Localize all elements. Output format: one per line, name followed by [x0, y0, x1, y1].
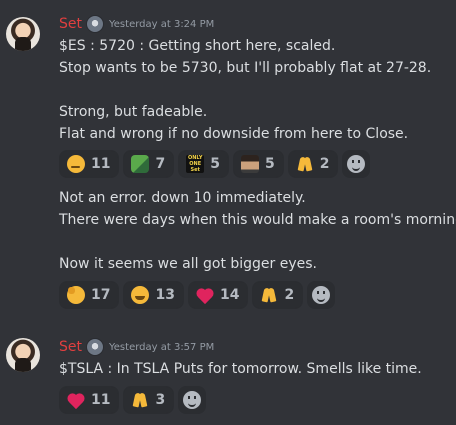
- reaction-bar: 11 7 ONLY ONE Set 5 5 2: [59, 150, 371, 178]
- username[interactable]: Set: [59, 339, 82, 355]
- add-reaction-button[interactable]: [178, 386, 207, 414]
- reaction-pepe[interactable]: 7: [123, 150, 175, 178]
- heart-icon: [67, 391, 85, 409]
- reaction-count: 5: [264, 156, 275, 172]
- reaction-count: 11: [91, 392, 111, 408]
- reaction-salute[interactable]: 17: [59, 281, 120, 309]
- message-line: $TSLA : In TSLA Puts for tomorrow. Smell…: [59, 361, 422, 377]
- reaction-pray[interactable]: 3: [123, 386, 175, 414]
- reaction-pray[interactable]: 2: [287, 150, 339, 178]
- pepe-icon: [131, 155, 150, 173]
- reaction-heart[interactable]: 14: [187, 281, 249, 309]
- thinking-face-icon: [67, 155, 85, 173]
- badge-icon[interactable]: [86, 338, 104, 356]
- message-line: Strong, but fadeable.: [59, 104, 208, 120]
- only-one-icon: ONLY ONE Set: [186, 155, 205, 173]
- avatar[interactable]: [6, 17, 40, 51]
- message-line: Flat and wrong if no downside from here …: [59, 126, 409, 142]
- message-group-1: Set Yesterday at 3:24 PM $ES : 5720 : Ge…: [0, 0, 456, 320]
- message-line: There were days when this would make a r…: [59, 212, 456, 228]
- reaction-laugh[interactable]: 13: [123, 281, 184, 309]
- reaction-person[interactable]: 5: [232, 150, 284, 178]
- laughing-face-icon: [131, 286, 150, 304]
- reaction-count: 3: [155, 392, 166, 408]
- reaction-count: 17: [91, 287, 111, 303]
- add-reaction-button[interactable]: [342, 150, 371, 178]
- reaction-thinking[interactable]: 11: [59, 150, 120, 178]
- reaction-count: 2: [284, 287, 295, 303]
- folded-hands-icon: [131, 391, 149, 409]
- saluting-face-icon: [67, 286, 85, 304]
- message-header: Set Yesterday at 3:57 PM: [59, 337, 214, 357]
- message-line: Not an error. down 10 immediately.: [59, 190, 306, 206]
- message-line: Stop wants to be 5730, but I'll probably…: [59, 60, 432, 76]
- reaction-pray[interactable]: 2: [252, 281, 304, 309]
- timestamp[interactable]: Yesterday at 3:24 PM: [109, 19, 214, 30]
- username[interactable]: Set: [59, 16, 82, 32]
- message-line: $ES : 5720 : Getting short here, scaled.: [59, 38, 336, 54]
- smile-icon: [347, 155, 366, 173]
- message-group-2: Set Yesterday at 3:57 PM $TSLA : In TSLA…: [0, 330, 456, 425]
- folded-hands-icon: [296, 155, 314, 173]
- reaction-count: 14: [219, 287, 240, 303]
- smile-icon: [312, 286, 331, 304]
- reaction-count: 5: [210, 156, 220, 172]
- avatar[interactable]: [6, 338, 40, 372]
- reaction-count: 11: [91, 156, 111, 172]
- reaction-count: 7: [155, 156, 166, 172]
- reaction-count: 2: [319, 156, 330, 172]
- add-reaction-button[interactable]: [307, 281, 336, 309]
- reaction-heart[interactable]: 11: [59, 386, 120, 414]
- reaction-bar: 11 3: [59, 386, 207, 414]
- smile-icon: [183, 391, 202, 409]
- message-header: Set Yesterday at 3:24 PM: [59, 14, 214, 34]
- badge-icon[interactable]: [86, 15, 104, 33]
- message-line: Now it seems we all got bigger eyes.: [59, 256, 318, 272]
- timestamp[interactable]: Yesterday at 3:57 PM: [109, 342, 214, 353]
- person-photo-icon: [240, 155, 259, 173]
- heart-icon: [196, 286, 214, 304]
- reaction-count: 13: [155, 287, 175, 303]
- folded-hands-icon: [260, 286, 278, 304]
- reaction-only-one[interactable]: ONLY ONE Set 5: [178, 150, 229, 178]
- reaction-bar: 17 13 14 2: [59, 281, 336, 309]
